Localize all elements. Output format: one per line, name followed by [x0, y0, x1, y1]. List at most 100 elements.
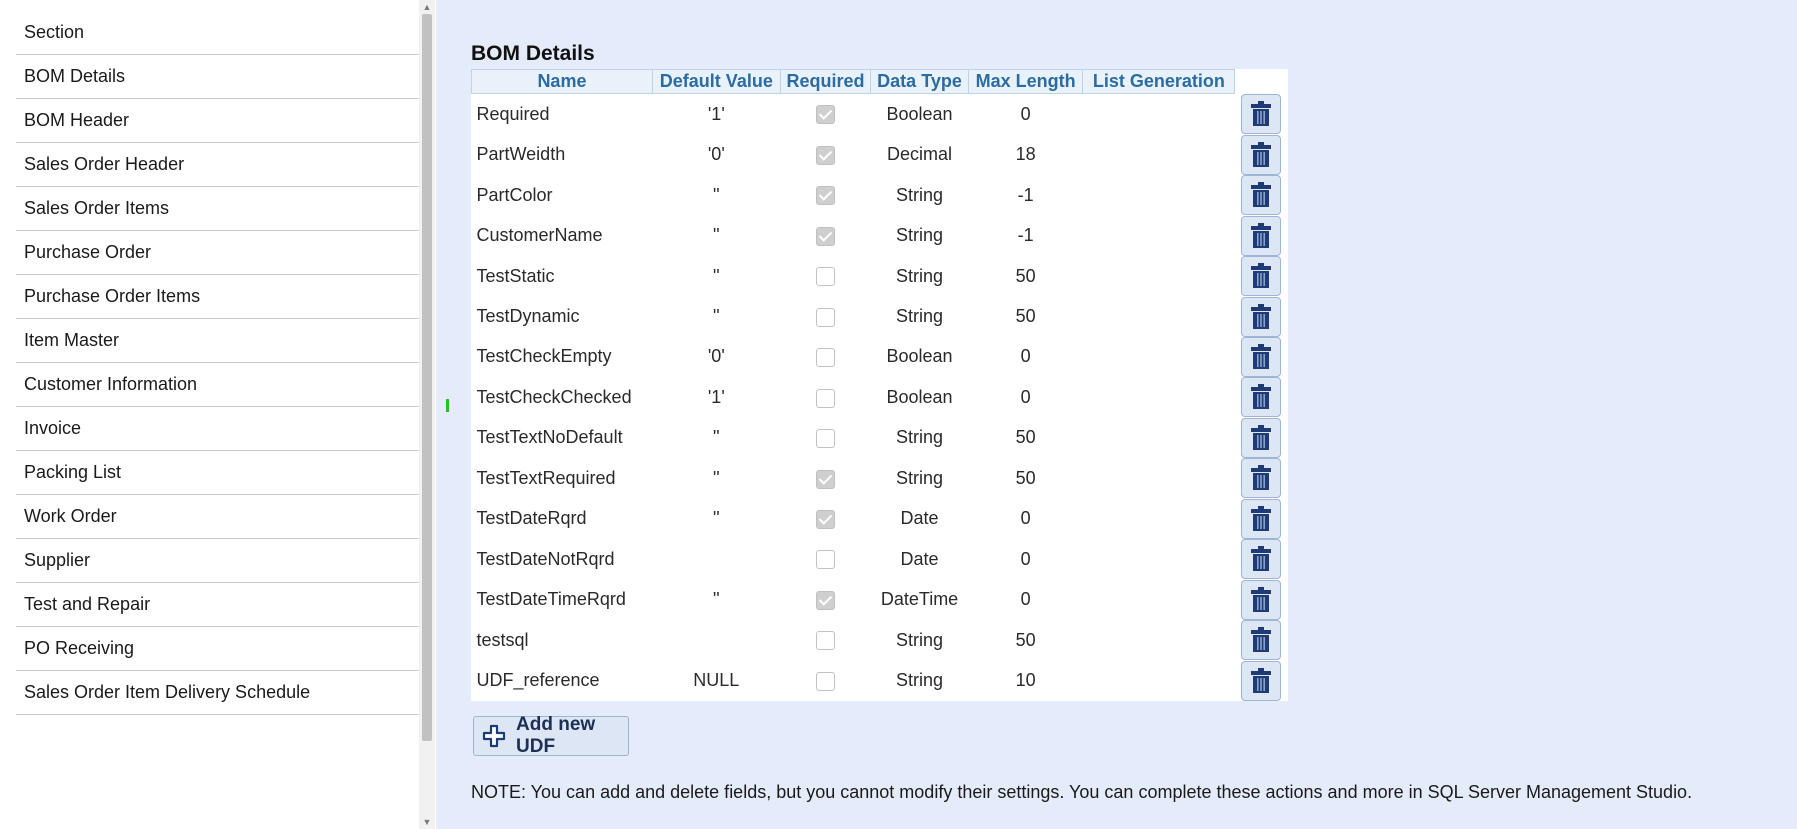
- sidebar-item[interactable]: Supplier: [16, 539, 419, 583]
- delete-udf-button[interactable]: [1241, 377, 1282, 418]
- required-checkbox[interactable]: [815, 429, 835, 449]
- table-row: CustomerName '' String -1: [472, 215, 1289, 256]
- required-checkbox[interactable]: [815, 510, 835, 530]
- cell-default-value: NULL: [693, 670, 740, 691]
- sidebar-item[interactable]: Sales Order Item Delivery Schedule: [16, 671, 419, 715]
- sidebar-item[interactable]: Work Order: [16, 495, 419, 539]
- cell-list-generation: [1083, 94, 1235, 135]
- required-checkbox[interactable]: [815, 671, 835, 691]
- sidebar-item[interactable]: Packing List: [16, 451, 419, 495]
- sidebar-item[interactable]: Customer Information: [16, 363, 419, 407]
- trash-icon: [1251, 100, 1272, 127]
- cell-data-type: String: [896, 184, 944, 205]
- cell-actions: [1235, 93, 1288, 135]
- cell-list-generation: [1083, 296, 1235, 336]
- cell-actions: [1235, 134, 1288, 175]
- table-row: TestDateNotRqrd Date 0: [472, 539, 1289, 580]
- cell-max-length: 0: [1020, 508, 1031, 529]
- cell-list-generation: [1083, 134, 1235, 174]
- delete-udf-button[interactable]: [1241, 215, 1282, 256]
- required-checkbox[interactable]: [815, 307, 835, 327]
- delete-udf-button[interactable]: [1241, 175, 1282, 216]
- delete-udf-button[interactable]: [1241, 458, 1282, 499]
- required-checkbox[interactable]: [815, 388, 835, 408]
- sidebar-item[interactable]: Sales Order Header: [16, 143, 419, 187]
- cell-default-value: '': [712, 508, 720, 529]
- sidebar-item[interactable]: Test and Repair: [16, 583, 419, 627]
- splitter-marker[interactable]: [446, 399, 449, 412]
- table-row: UDF_reference NULL String 10: [472, 660, 1289, 701]
- cell-default-value: [652, 539, 780, 579]
- delete-udf-button[interactable]: [1241, 660, 1282, 701]
- cell-data-type: String: [896, 467, 944, 488]
- required-checkbox[interactable]: [815, 226, 835, 246]
- required-checkbox[interactable]: [815, 550, 835, 570]
- trash-icon: [1251, 424, 1272, 451]
- table-row: TestDateTimeRqrd '' DateTime 0: [472, 579, 1289, 620]
- scroll-down-arrow-icon[interactable]: ▼: [419, 815, 435, 829]
- cell-actions: [1235, 417, 1288, 458]
- cell-default-value: '': [712, 427, 720, 448]
- scroll-up-arrow-icon[interactable]: ▲: [419, 0, 435, 14]
- cell-data-type: Boolean: [886, 103, 953, 124]
- required-checkbox[interactable]: [815, 267, 835, 287]
- delete-udf-button[interactable]: [1241, 417, 1282, 458]
- column-header-name: Name: [471, 69, 653, 94]
- cell-default-value: [652, 620, 780, 660]
- required-checkbox[interactable]: [815, 186, 835, 206]
- required-checkbox[interactable]: [815, 590, 835, 610]
- sidebar-item[interactable]: Invoice: [16, 407, 419, 451]
- delete-udf-button[interactable]: [1241, 620, 1282, 661]
- cell-max-length: 0: [1020, 103, 1031, 124]
- trash-icon: [1251, 667, 1272, 694]
- sidebar-item[interactable]: Item Master: [16, 319, 419, 363]
- cell-data-type: String: [896, 629, 944, 650]
- cell-max-length: 50: [1015, 306, 1036, 326]
- cell-data-type: String: [896, 265, 944, 286]
- cell-required: [780, 620, 870, 660]
- sidebar-item[interactable]: PO Receiving: [16, 627, 419, 671]
- sidebar-item[interactable]: Purchase Order Items: [16, 275, 419, 319]
- add-new-udf-button[interactable]: Add new UDF: [473, 714, 629, 757]
- required-checkbox[interactable]: [815, 348, 835, 368]
- delete-udf-button[interactable]: [1241, 579, 1282, 620]
- delete-udf-button[interactable]: [1241, 93, 1282, 134]
- cell-required: [780, 579, 870, 619]
- sidebar-item[interactable]: Section: [16, 11, 419, 55]
- cell-required: [780, 94, 870, 135]
- sidebar-item[interactable]: Purchase Order: [16, 231, 419, 275]
- required-checkbox[interactable]: [815, 631, 835, 651]
- trash-icon: [1251, 182, 1272, 208]
- delete-udf-button[interactable]: [1241, 256, 1282, 297]
- delete-udf-button[interactable]: [1241, 539, 1282, 580]
- cell-data-type: String: [896, 670, 944, 691]
- required-checkbox[interactable]: [815, 145, 835, 165]
- trash-icon: [1251, 627, 1272, 653]
- scroll-thumb[interactable]: [422, 14, 432, 741]
- column-header-list-generation: List Generation: [1082, 69, 1236, 94]
- table-row: TestDateRqrd '' Date 0: [472, 498, 1289, 539]
- sidebar-item[interactable]: Sales Order Items: [16, 187, 419, 231]
- delete-udf-button[interactable]: [1241, 296, 1282, 337]
- sidebar-item[interactable]: BOM Header: [16, 99, 419, 143]
- plus-icon: [482, 724, 506, 748]
- sidebar-item[interactable]: BOM Details: [16, 55, 419, 99]
- cell-name: TestCheckChecked: [476, 386, 632, 407]
- cell-default-value: '1': [707, 103, 725, 124]
- cell-name: TestDateRqrd: [476, 508, 587, 529]
- delete-udf-button[interactable]: [1241, 498, 1282, 539]
- trash-icon: [1251, 546, 1272, 572]
- delete-udf-button[interactable]: [1241, 336, 1282, 377]
- sidebar-scrollbar[interactable]: ▲ ▼: [419, 0, 435, 829]
- cell-max-length: 0: [1020, 346, 1031, 367]
- cell-data-type: DateTime: [880, 589, 959, 610]
- cell-list-generation: [1083, 458, 1235, 498]
- table-row: TestDynamic '' String 50: [472, 296, 1289, 337]
- cell-list-generation: [1083, 337, 1235, 377]
- cell-data-type: String: [896, 427, 944, 448]
- required-checkbox[interactable]: [815, 105, 835, 125]
- required-checkbox[interactable]: [815, 469, 835, 489]
- cell-list-generation: [1083, 579, 1235, 619]
- cell-required: [780, 499, 870, 539]
- delete-udf-button[interactable]: [1241, 134, 1282, 175]
